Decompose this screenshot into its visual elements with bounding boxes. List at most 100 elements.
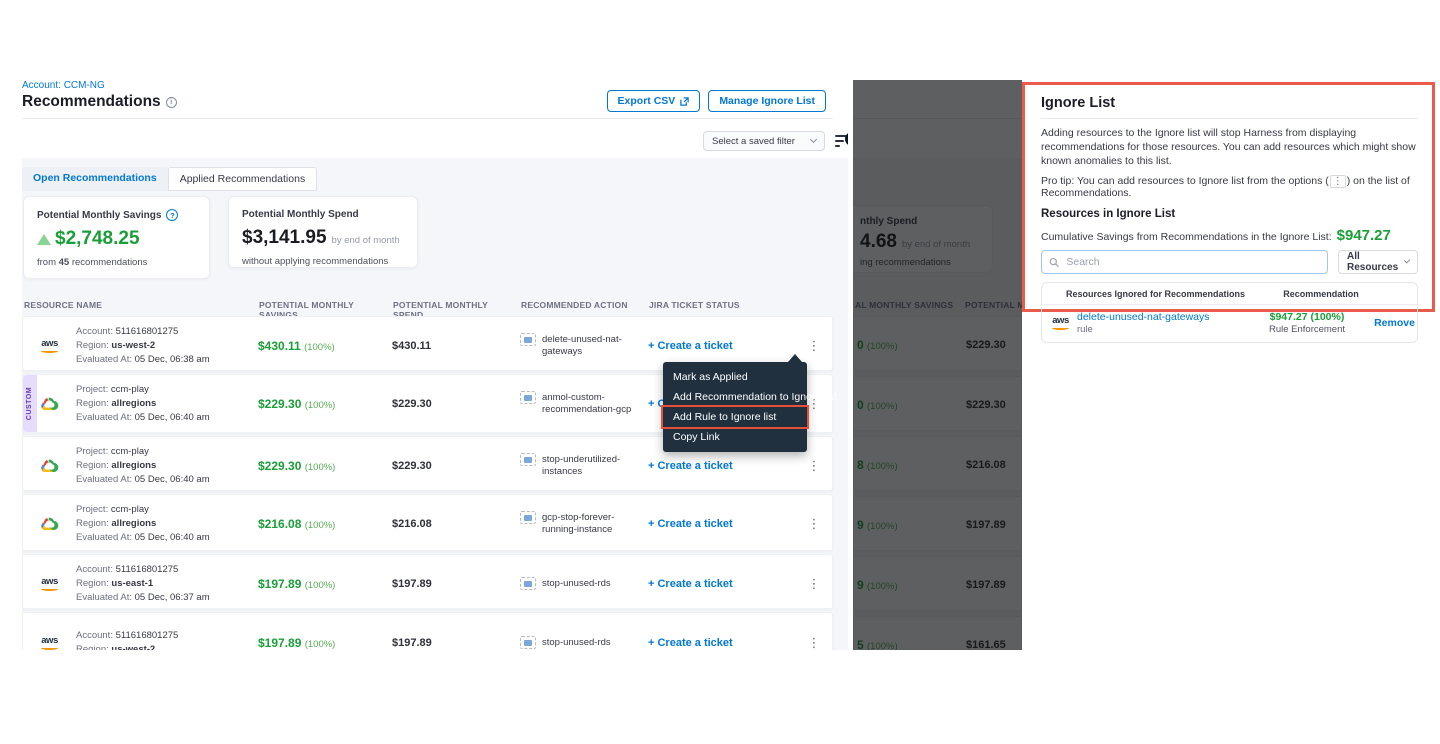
savings-up-triangle-icon — [37, 234, 51, 245]
resource-type-select[interactable]: All Resources — [1338, 250, 1418, 274]
recommendation-row[interactable]: aws Account: 511616801275Region: us-west-… — [22, 612, 833, 650]
remove-button[interactable]: Remove — [1372, 317, 1417, 329]
recommended-action: anmol-custom-recommendation-gcp — [520, 392, 648, 416]
context-menu-item[interactable]: Add Recommendation to Ignore list — [663, 387, 807, 407]
help-icon[interactable]: ? — [166, 209, 178, 221]
recommendations-page: Account: CCM-NG Recommendations i Export… — [22, 80, 848, 650]
potential-spend-value: $197.89 — [392, 578, 520, 590]
recommendation-row[interactable]: Project: ccm-playRegion: allregionsEvalu… — [22, 494, 833, 551]
page-title: Recommendations i — [22, 93, 177, 111]
kebab-icon: ⋮ — [1330, 175, 1346, 188]
resources-in-ignore-list-heading: Resources in Ignore List — [1041, 208, 1418, 220]
context-menu-item[interactable]: Add Rule to Ignore list — [663, 407, 807, 427]
savings-amount: $2,748.25 — [55, 228, 140, 250]
filter-count-badge: 1 — [845, 132, 848, 146]
manage-ignore-list-button[interactable]: Manage Ignore List — [708, 90, 826, 112]
gcp-logo-icon — [40, 517, 59, 532]
create-ticket-link[interactable]: + Create a ticket — [648, 637, 796, 649]
resource-info: Project: ccm-playRegion: allregionsEvalu… — [76, 375, 258, 433]
ignored-resource-type: rule — [1077, 324, 1210, 335]
spend-suffix: by end of month — [332, 235, 400, 246]
tab-applied-recommendations[interactable]: Applied Recommendations — [168, 167, 318, 191]
row-actions-kebab-icon[interactable]: ⋮ — [804, 458, 825, 474]
potential-monthly-savings-card: Potential Monthly Savings ? $2,748.25 fr… — [23, 196, 210, 279]
context-menu-item[interactable]: Copy Link — [663, 427, 807, 447]
aws-logo-icon: aws — [41, 636, 58, 650]
ignore-list-search[interactable] — [1041, 250, 1328, 274]
ignore-list-description: Adding resources to the Ignore list will… — [1041, 126, 1423, 168]
savings-card-title: Potential Monthly Savings — [37, 210, 161, 221]
ignore-list-table: Resources Ignored for Recommendations Re… — [1041, 282, 1418, 343]
aws-logo-icon: aws — [41, 339, 58, 353]
recommended-action: gcp-stop-forever-running-instance — [520, 512, 648, 536]
recommendation-icon — [520, 333, 536, 346]
ignored-savings-source: Rule Enforcement — [1242, 324, 1372, 335]
recommendation-count: 45 — [59, 257, 70, 268]
potential-savings-value: $197.89 (100%) — [258, 636, 392, 650]
ignored-savings-value: $947.27 (100%) — [1242, 311, 1372, 323]
aws-logo-icon: aws — [41, 577, 58, 591]
resource-info: Account: 511616801275Region: us-west-2Ev… — [76, 317, 258, 375]
spend-card-title: Potential Monthly Spend — [242, 209, 359, 220]
context-menu: Mark as AppliedAdd Recommendation to Ign… — [663, 362, 807, 452]
create-ticket-link[interactable]: + Create a ticket — [648, 340, 796, 352]
potential-savings-value: $216.08 (100%) — [258, 517, 392, 531]
row-actions-kebab-icon[interactable]: ⋮ — [804, 635, 825, 650]
recommended-action: stop-unused-rds — [520, 578, 648, 590]
create-ticket-link[interactable]: + Create a ticket — [648, 460, 796, 472]
ignore-list-protip: Pro tip: You can add resources to Ignore… — [1041, 175, 1418, 199]
spend-amount: $3,141.95 — [242, 227, 327, 249]
recommendation-icon — [520, 391, 536, 404]
tab-open-recommendations[interactable]: Open Recommendations — [22, 167, 168, 191]
row-actions-kebab-icon[interactable]: ⋮ — [804, 576, 825, 592]
search-input[interactable] — [1064, 255, 1320, 269]
export-csv-label: Export CSV — [618, 95, 676, 107]
ignored-resources-column-header: Resources Ignored for Recommendations — [1066, 289, 1256, 299]
aws-logo-icon: aws — [1052, 316, 1069, 330]
custom-tag: CUSTOM — [23, 375, 37, 432]
context-menu-item[interactable]: Mark as Applied — [663, 367, 807, 387]
modal-dim-overlay — [853, 80, 1022, 650]
cumulative-savings-value: $947.27 — [1337, 227, 1391, 244]
page-title-text: Recommendations — [22, 93, 161, 111]
breadcrumb[interactable]: Account: CCM-NG — [22, 80, 105, 91]
saved-filter-select[interactable]: Select a saved filter — [703, 131, 825, 151]
potential-spend-value: $197.89 — [392, 637, 520, 649]
export-csv-button[interactable]: Export CSV — [607, 90, 701, 112]
potential-spend-value: $229.30 — [392, 460, 520, 472]
potential-savings-value: $430.11 (100%) — [258, 339, 392, 353]
search-icon — [1049, 257, 1059, 268]
context-menu-arrow — [788, 354, 802, 362]
recommendation-column-header: Recommendation — [1256, 289, 1386, 299]
resource-info: Project: ccm-playRegion: allregionsEvalu… — [76, 495, 258, 553]
potential-savings-value: $229.30 (100%) — [258, 397, 392, 411]
potential-savings-value: $229.30 (100%) — [258, 459, 392, 473]
saved-filter-label: Select a saved filter — [712, 136, 795, 147]
ignored-rule-link[interactable]: delete-unused-nat-gateways — [1077, 311, 1210, 323]
chevron-down-icon — [810, 136, 817, 143]
recommendation-icon — [520, 636, 536, 649]
recommended-action: stop-underutilized-instances — [520, 454, 648, 478]
recommendation-icon — [520, 511, 536, 524]
resource-info: Account: 511616801275Region: us-west-2 — [76, 621, 258, 650]
recommendation-row[interactable]: awsAccount: 511616801275Region: us-east-… — [22, 554, 833, 609]
potential-monthly-spend-card: Potential Monthly Spend $3,141.95 by end… — [228, 196, 418, 268]
gcp-logo-icon — [40, 397, 59, 412]
external-link-icon — [680, 97, 689, 106]
spend-card-subtitle: without applying recommendations — [242, 256, 404, 267]
dimmed-page-strip: nthly Spend 4.68 by end of month ing rec… — [853, 80, 1022, 650]
savings-card-subtitle: from 45 recommendations — [37, 257, 196, 268]
ignore-list-modal: Ignore List Adding resources to the Igno… — [1022, 82, 1435, 312]
row-actions-kebab-icon[interactable]: ⋮ — [804, 516, 825, 532]
resource-type-label: All Resources — [1347, 251, 1405, 273]
recommendation-icon — [520, 577, 536, 590]
potential-spend-value: $216.08 — [392, 518, 520, 530]
cumulative-savings-line: Cumulative Savings from Recommendations … — [1041, 227, 1418, 244]
manage-ignore-list-label: Manage Ignore List — [719, 95, 815, 107]
ignore-list-row: aws delete-unused-nat-gateways rule $947… — [1042, 305, 1417, 342]
row-actions-kebab-icon[interactable]: ⋮ — [804, 338, 825, 354]
create-ticket-link[interactable]: + Create a ticket — [648, 578, 796, 590]
info-icon[interactable]: i — [166, 97, 177, 108]
filter-icon-button[interactable]: 1 — [835, 132, 848, 150]
create-ticket-link[interactable]: + Create a ticket — [648, 518, 796, 530]
